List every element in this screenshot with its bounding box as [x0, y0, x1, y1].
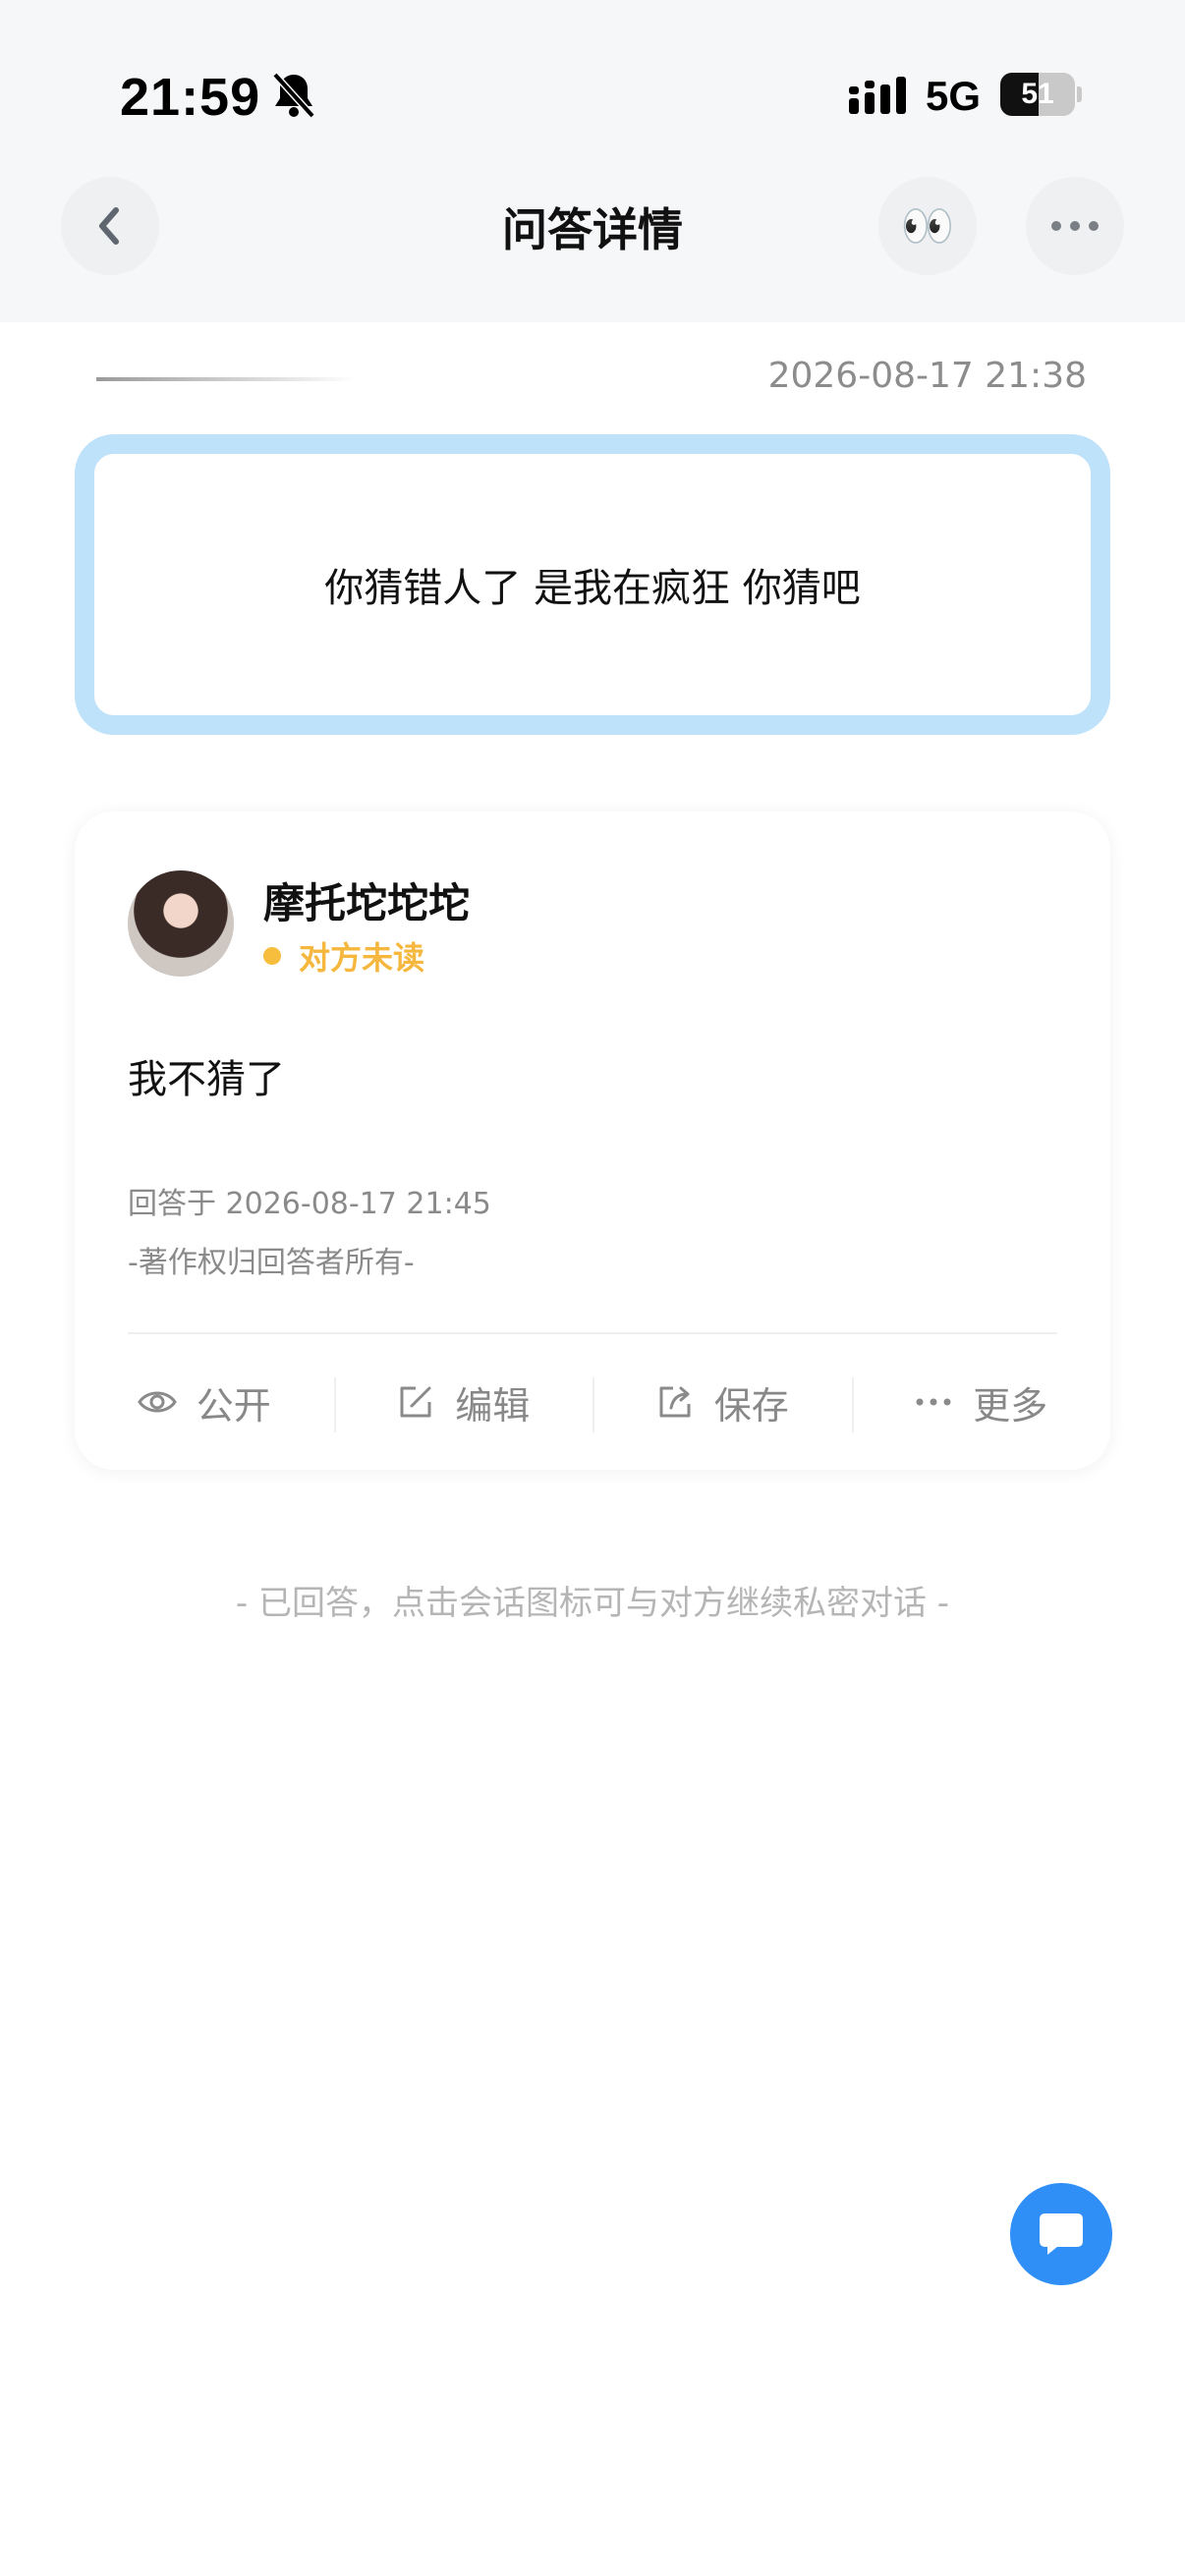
eyes-button[interactable]: 👀 [878, 177, 977, 275]
question-time: 2026-08-17 21:38 [767, 356, 1087, 396]
header-zone: 21:59 5G 51 问答详情 👀 [0, 0, 1185, 322]
network-type: 5G [926, 73, 982, 119]
status-time: 21:59 [120, 68, 261, 127]
answered-footnote: - 已回答，点击会话图标可与对方继续私密对话 - [235, 1584, 950, 1623]
copyright-note: -著作权归回答者所有- [128, 1246, 415, 1280]
read-status-text: 对方未读 [299, 939, 425, 977]
signal-icon [849, 77, 906, 114]
status-bar: 21:59 5G 51 [0, 0, 1185, 177]
public-button[interactable]: 公开 [75, 1334, 334, 1470]
share-icon [659, 1386, 691, 1418]
question-card: 你猜错人了 是我在疯狂 你猜吧 [75, 434, 1110, 735]
page: 21:59 5G 51 问答详情 👀 2026-08-17 21:38 你猜错人… [0, 0, 1185, 2576]
edit-icon [400, 1386, 431, 1418]
action-bar: 公开 编辑 保存 更多 [75, 1334, 1110, 1470]
save-button[interactable]: 保存 [592, 1334, 852, 1470]
save-label: 保存 [713, 1383, 789, 1428]
page-title: 问答详情 [502, 203, 683, 256]
nav-bar: 问答详情 👀 [0, 177, 1185, 295]
edit-button[interactable]: 编辑 [333, 1334, 593, 1470]
status-dot [263, 947, 281, 965]
battery-level: 51 [1021, 78, 1054, 110]
bell-slash-icon [272, 72, 315, 119]
answered-at: 回答于 2026-08-17 21:45 [128, 1187, 491, 1221]
question-text: 你猜错人了 是我在疯狂 你猜吧 [324, 566, 861, 611]
answerer-name[interactable]: 摩托坨坨坨 [263, 870, 470, 930]
read-status: 对方未读 [263, 933, 424, 979]
asker-placeholder-line [96, 377, 356, 381]
more-options-button[interactable] [1026, 177, 1124, 275]
eyes-icon: 👀 [900, 201, 955, 252]
edit-label: 编辑 [455, 1383, 531, 1428]
more-label: 更多 [973, 1383, 1048, 1428]
ellipsis-icon [916, 1398, 951, 1406]
answer-card: 摩托坨坨坨 对方未读 我不猜了 回答于 2026-08-17 21:45 -著作… [75, 812, 1110, 1470]
chat-bubble-icon [1040, 2213, 1083, 2255]
battery-icon: 51 [1000, 73, 1082, 116]
answer-text: 我不猜了 [128, 1057, 285, 1102]
public-label: 公开 [196, 1383, 271, 1428]
more-button[interactable]: 更多 [851, 1334, 1111, 1470]
ellipsis-icon [1051, 221, 1099, 231]
chat-button[interactable] [1010, 2183, 1112, 2285]
avatar[interactable] [128, 870, 234, 977]
eye-icon [137, 1391, 177, 1413]
